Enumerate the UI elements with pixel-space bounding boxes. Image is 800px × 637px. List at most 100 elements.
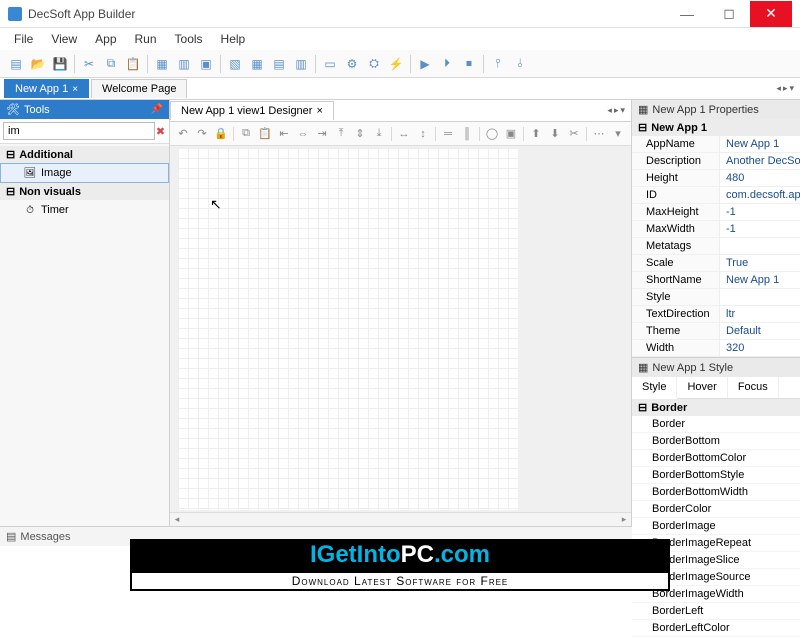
views-icon[interactable]: ▥	[174, 54, 194, 74]
debug-icon[interactable]: ⏵	[437, 54, 457, 74]
style-tab-focus[interactable]: Focus	[728, 377, 779, 398]
style-list[interactable]: ⊟ Border BorderBorderBottomBorderBottomC…	[632, 399, 800, 637]
scroll-right-icon[interactable]: ▸	[617, 514, 631, 525]
height-icon[interactable]: ↕	[414, 125, 432, 143]
frames-icon[interactable]: ▧	[225, 54, 245, 74]
align-icon[interactable]: ▤	[269, 54, 289, 74]
back-icon[interactable]: ⬇	[546, 125, 564, 143]
settings-icon[interactable]: ⛭	[364, 54, 384, 74]
property-row[interactable]: ThemeDefault	[632, 323, 800, 340]
tab-next-icon[interactable]: ▸	[783, 83, 788, 94]
width-icon[interactable]: ↔	[395, 125, 413, 143]
new-icon[interactable]: ▤	[6, 54, 26, 74]
clear-search-icon[interactable]: ✖	[155, 122, 166, 140]
property-row[interactable]: ShortNameNew App 1	[632, 272, 800, 289]
prop-value[interactable]: New App 1	[720, 136, 800, 152]
tool-image[interactable]: 🖼 Image	[0, 163, 169, 183]
prop-value[interactable]	[720, 289, 800, 305]
tab-prev-icon[interactable]: ◂	[776, 83, 781, 94]
export-icon[interactable]: ▭	[320, 54, 340, 74]
prop-value[interactable]: True	[720, 255, 800, 271]
menu-run[interactable]: Run	[127, 30, 165, 48]
property-row[interactable]: Width320	[632, 340, 800, 357]
canvas-scroll[interactable]: ↖	[170, 146, 631, 512]
align-center-icon[interactable]: ⇔	[294, 125, 312, 143]
align-mid-icon[interactable]: ⇕	[351, 125, 369, 143]
prop-value[interactable]: -1	[720, 204, 800, 220]
menu2-icon[interactable]: ▾	[609, 125, 627, 143]
align-bot-icon[interactable]: ⤓	[370, 125, 388, 143]
options-icon[interactable]: ⚡	[386, 54, 406, 74]
lock-icon[interactable]: 🔒	[212, 125, 230, 143]
vspace-icon[interactable]: ║	[458, 125, 476, 143]
run-icon[interactable]: ▶	[415, 54, 435, 74]
prop-value[interactable]: com.decsoft.appbuilde	[720, 187, 800, 203]
menu-app[interactable]: App	[87, 30, 124, 48]
prop-value[interactable]: 320	[720, 340, 800, 356]
style-tab-style[interactable]: Style	[632, 377, 677, 399]
property-row[interactable]: AppNameNew App 1	[632, 136, 800, 153]
front-icon[interactable]: ⬆	[527, 125, 545, 143]
prop-value[interactable]	[720, 238, 800, 254]
tab-welcome[interactable]: Welcome Page	[91, 79, 187, 98]
menu-file[interactable]: File	[6, 30, 41, 48]
open-icon[interactable]: 📂	[28, 54, 48, 74]
paste-icon[interactable]: 📋	[123, 54, 143, 74]
tab-close-icon[interactable]: ×	[316, 105, 322, 117]
more-icon[interactable]: ⋯	[590, 125, 608, 143]
property-row[interactable]: TextDirectionltr	[632, 306, 800, 323]
design-canvas[interactable]: ↖	[178, 148, 518, 510]
style-row[interactable]: BorderBottomColor	[632, 450, 800, 467]
messages-icon[interactable]: ▤	[6, 530, 16, 543]
tool-timer[interactable]: ⏱ Timer	[0, 200, 169, 220]
tab-new-app[interactable]: New App 1 ×	[4, 79, 89, 98]
h-scrollbar[interactable]: ◂ ▸	[170, 512, 631, 526]
prop-value[interactable]: Default	[720, 323, 800, 339]
layout-icon[interactable]: ▥	[291, 54, 311, 74]
property-row[interactable]: Height480	[632, 170, 800, 187]
scroll-left-icon[interactable]: ◂	[170, 514, 184, 525]
messages-label[interactable]: Messages	[20, 531, 70, 543]
menu-view[interactable]: View	[43, 30, 85, 48]
prop-value[interactable]: Another DecSoft App	[720, 153, 800, 169]
align-top-icon[interactable]: ⤒	[332, 125, 350, 143]
redo-icon[interactable]: ↷	[193, 125, 211, 143]
style-row[interactable]: BorderLeft	[632, 603, 800, 620]
group-additional[interactable]: ⊟ Additional	[0, 146, 169, 163]
menu-tools[interactable]: Tools	[167, 30, 211, 48]
tool-a-icon[interactable]: ⫯	[488, 54, 508, 74]
dialogs-icon[interactable]: ▣	[196, 54, 216, 74]
prop-value[interactable]: 480	[720, 170, 800, 186]
stop-icon[interactable]: ⏹	[459, 54, 479, 74]
property-row[interactable]: IDcom.decsoft.appbuilde	[632, 187, 800, 204]
pin-icon[interactable]: 📌	[151, 104, 163, 115]
style-row[interactable]: BorderBottomStyle	[632, 467, 800, 484]
style-section[interactable]: ⊟ Border	[632, 399, 800, 416]
prop-value[interactable]: New App 1	[720, 272, 800, 288]
group-icon[interactable]: ▣	[502, 125, 520, 143]
hspace-icon[interactable]: ═	[439, 125, 457, 143]
tools-search-input[interactable]	[3, 122, 155, 140]
menu-help[interactable]: Help	[213, 30, 254, 48]
designer-tab[interactable]: New App 1 view1 Designer ×	[170, 101, 334, 120]
copy-icon[interactable]: ⧉	[101, 54, 121, 74]
tab-close-icon[interactable]: ×	[72, 84, 78, 95]
style-row[interactable]: Border	[632, 416, 800, 433]
close-button[interactable]: ✕	[750, 1, 792, 27]
prop-value[interactable]: -1	[720, 221, 800, 237]
prop-value[interactable]: ltr	[720, 306, 800, 322]
tab-next-icon[interactable]: ▸	[614, 105, 619, 116]
undo-icon[interactable]: ↶	[174, 125, 192, 143]
align-left-icon[interactable]: ⇤	[275, 125, 293, 143]
property-row[interactable]: DescriptionAnother DecSoft App	[632, 153, 800, 170]
crop-icon[interactable]: ✂	[565, 125, 583, 143]
style-row[interactable]: BorderLeftColor	[632, 620, 800, 637]
paste2-icon[interactable]: 📋	[256, 125, 274, 143]
style-tab-hover[interactable]: Hover	[677, 377, 727, 398]
tab-menu-icon[interactable]: ▾	[620, 105, 625, 116]
cut-icon[interactable]: ✂	[79, 54, 99, 74]
property-row[interactable]: Style	[632, 289, 800, 306]
maximize-button[interactable]: ◻	[708, 1, 750, 27]
group-nonvisuals[interactable]: ⊟ Non visuals	[0, 183, 169, 200]
align-right-icon[interactable]: ⇥	[313, 125, 331, 143]
